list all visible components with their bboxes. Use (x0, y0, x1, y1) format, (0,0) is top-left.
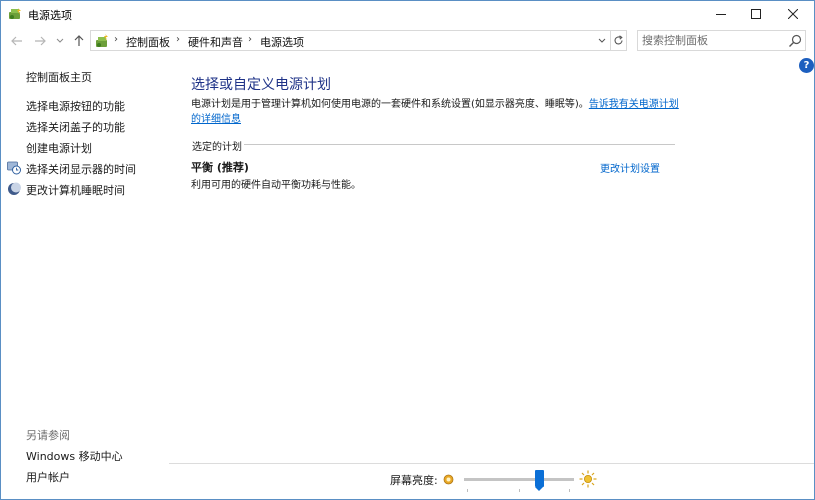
slider-tick (569, 489, 570, 492)
window-title: 电源选项 (28, 9, 72, 22)
close-button[interactable] (776, 1, 810, 27)
maximize-icon (751, 9, 761, 19)
sidebar-item-display-off[interactable]: 选择关闭显示器的时间 (26, 161, 136, 177)
dim-brightness-icon (443, 474, 454, 485)
back-button[interactable] (8, 31, 26, 51)
search-box[interactable] (637, 30, 806, 51)
help-button[interactable]: ? (799, 58, 814, 73)
navigation-bar: › 控制面板 › 硬件和声音 › 电源选项 (1, 29, 814, 53)
see-also-heading: 另请参阅 (26, 429, 70, 442)
monitor-clock-icon (7, 161, 21, 175)
moon-icon (8, 182, 21, 195)
breadcrumb-separator[interactable]: › (114, 34, 118, 45)
control-panel-icon (96, 34, 108, 47)
maximize-button[interactable] (739, 1, 773, 27)
power-options-window: 电源选项 › 控制面板 › 硬件和声音 › 电源选项 搜索控制面板 ? 控制面板… (0, 0, 815, 500)
bright-brightness-icon (579, 470, 597, 488)
selected-plan-label: 选定的计划 (192, 142, 242, 153)
help-icon: ? (803, 60, 810, 71)
sidebar: 控制面板主页 选择电源按钮的功能 选择关闭盖子的功能 创建电源计划 选择关闭显示… (1, 57, 173, 499)
sidebar-home-link[interactable]: 控制面板主页 (26, 69, 92, 85)
bottom-divider (169, 463, 814, 464)
change-plan-settings-link[interactable]: 更改计划设置 (600, 160, 660, 175)
description-text: 电源计划是用于管理计算机如何使用电源的一套硬件和系统设置(如显示器亮度、睡眠等)… (191, 99, 589, 110)
breadcrumb-separator[interactable]: › (248, 34, 252, 45)
address-history-button[interactable] (596, 34, 608, 48)
brightness-slider-fill (464, 478, 541, 481)
sidebar-item-power-button[interactable]: 选择电源按钮的功能 (26, 98, 125, 114)
breadcrumb-hardware-sound[interactable]: 硬件和声音 (188, 34, 243, 50)
title-bar: 电源选项 (1, 1, 814, 27)
sidebar-item-lid-close[interactable]: 选择关闭盖子的功能 (26, 119, 125, 135)
brightness-slider-thumb[interactable] (535, 470, 544, 491)
minimize-icon (716, 14, 726, 15)
breadcrumb-separator[interactable]: › (176, 34, 180, 45)
forward-button[interactable] (31, 31, 49, 51)
forward-arrow-icon (35, 36, 46, 46)
up-arrow-icon (74, 35, 84, 46)
chevron-down-icon (56, 38, 64, 43)
plan-description: 利用可用的硬件自动平衡功耗与性能。 (191, 180, 361, 191)
breadcrumb-control-panel[interactable]: 控制面板 (126, 34, 170, 50)
brightness-label: 屏幕亮度: (390, 474, 438, 487)
sidebar-item-create-plan[interactable]: 创建电源计划 (26, 140, 92, 156)
plan-description-text: 电源计划是用于管理计算机如何使用电源的一套硬件和系统设置(如显示器亮度、睡眠等)… (191, 97, 681, 127)
up-button[interactable] (70, 31, 88, 51)
sidebar-link-mobility-center[interactable]: Windows 移动中心 (26, 448, 123, 464)
recent-locations-button[interactable] (54, 31, 66, 51)
search-input[interactable] (642, 33, 782, 48)
search-icon[interactable] (788, 34, 802, 48)
page-title: 选择或自定义电源计划 (191, 77, 331, 93)
sidebar-item-sleep-time[interactable]: 更改计算机睡眠时间 (26, 182, 125, 198)
refresh-icon (613, 35, 623, 45)
minimize-button[interactable] (704, 1, 738, 27)
refresh-button[interactable] (610, 30, 627, 51)
breadcrumb-power-options[interactable]: 电源选项 (260, 34, 304, 50)
plan-name: 平衡 (推荐) (191, 161, 249, 174)
slider-tick (467, 489, 468, 492)
close-icon (788, 9, 798, 19)
chevron-down-icon (598, 38, 606, 43)
address-bar[interactable]: › 控制面板 › 硬件和声音 › 电源选项 (90, 30, 611, 51)
sidebar-link-user-accounts[interactable]: 用户帐户 (26, 469, 70, 485)
brightness-slider-track[interactable] (464, 478, 574, 481)
power-options-icon (9, 8, 21, 19)
back-arrow-icon (11, 36, 22, 46)
section-divider (244, 144, 675, 145)
slider-tick (519, 489, 520, 492)
